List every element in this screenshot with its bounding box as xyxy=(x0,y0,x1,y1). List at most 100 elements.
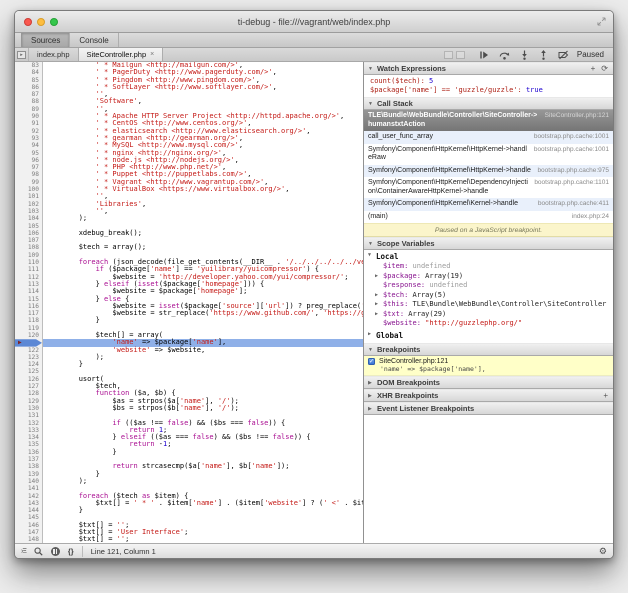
line-number[interactable]: 89 xyxy=(15,106,42,113)
disclosure-triangle-icon[interactable]: ▼ xyxy=(368,238,373,250)
line-number[interactable]: 123 xyxy=(15,354,42,361)
line-number[interactable]: 87 xyxy=(15,91,42,98)
disclosure-triangle-icon[interactable]: ▶ xyxy=(368,331,371,337)
line-number[interactable]: 103 xyxy=(15,208,42,215)
line-number[interactable]: 138 xyxy=(15,463,42,470)
line-number[interactable]: 93 xyxy=(15,135,42,142)
line-number[interactable]: 98 xyxy=(15,171,42,178)
scope-variable-row[interactable]: ▶$package: Array(19) xyxy=(364,272,613,282)
code-editor[interactable]: 8384858687888990919293949596979899100101… xyxy=(15,62,363,543)
line-number[interactable]: 113 xyxy=(15,281,42,288)
gear-icon[interactable]: ⚙ xyxy=(599,546,607,557)
disclosure-triangle-icon[interactable]: ▶ xyxy=(368,403,372,415)
line-number[interactable]: 126 xyxy=(15,376,42,383)
line-number[interactable]: 148 xyxy=(15,536,42,543)
scope-variable-row[interactable]: $website: "http://guzzlephp.org/" xyxy=(364,319,613,329)
step-into-button[interactable] xyxy=(520,50,529,60)
line-number[interactable]: 88 xyxy=(15,98,42,105)
disclosure-triangle-icon[interactable]: ▶ xyxy=(368,377,372,389)
gutter[interactable]: 8384858687888990919293949596979899100101… xyxy=(15,62,43,543)
scope-global-group[interactable]: ▶ Global xyxy=(364,329,613,341)
scope-local-group[interactable]: ▼ Local xyxy=(364,250,613,262)
line-number[interactable]: 139 xyxy=(15,471,42,478)
watch-expression-row[interactable]: $package['name'] == 'guzzle/guzzle': tru… xyxy=(364,86,613,95)
line-number[interactable]: 112 xyxy=(15,274,42,281)
hide-panel-icon[interactable] xyxy=(444,51,453,59)
line-number[interactable]: 100 xyxy=(15,186,42,193)
file-tab-index-php[interactable]: index.php xyxy=(29,48,79,61)
line-number[interactable]: 136 xyxy=(15,449,42,456)
code-lines[interactable]: ' * Mailgun <http://mailgun.com/>', ' * … xyxy=(43,62,363,543)
title-bar[interactable]: ti-debug - file:///vagrant/web/index.php xyxy=(15,11,613,33)
line-number[interactable]: 144 xyxy=(15,507,42,514)
line-number[interactable]: 91 xyxy=(15,120,42,127)
disclosure-triangle-icon[interactable]: ▶ xyxy=(375,272,378,282)
scope-variable-row[interactable]: ▶$tech: Array(5) xyxy=(364,291,613,301)
breakpoints-header[interactable]: ▼ Breakpoints xyxy=(364,343,613,356)
line-number[interactable]: 147 xyxy=(15,529,42,536)
disclosure-triangle-icon[interactable]: ▼ xyxy=(368,344,373,356)
call-stack-header[interactable]: ▼ Call Stack xyxy=(364,97,613,110)
line-number[interactable]: 124 xyxy=(15,361,42,368)
line-number[interactable]: 129 xyxy=(15,398,42,405)
line-number[interactable]: 95 xyxy=(15,150,42,157)
show-navigator-icon[interactable]: ▸ xyxy=(15,48,29,61)
line-number[interactable]: 92 xyxy=(15,128,42,135)
line-number[interactable]: 146 xyxy=(15,522,42,529)
line-number[interactable]: 96 xyxy=(15,157,42,164)
line-number[interactable]: 131 xyxy=(15,412,42,419)
line-number[interactable]: 84 xyxy=(15,69,42,76)
deactivate-breakpoints-button[interactable] xyxy=(558,50,569,60)
line-number[interactable]: 143 xyxy=(15,500,42,507)
disclosure-triangle-icon[interactable]: ▶ xyxy=(375,310,378,320)
search-icon[interactable] xyxy=(34,547,43,556)
scope-variable-row[interactable]: $item: undefined xyxy=(364,262,613,272)
line-number[interactable]: 130 xyxy=(15,405,42,412)
line-number[interactable]: 109 xyxy=(15,252,42,259)
minimize-window-button[interactable] xyxy=(37,18,45,26)
line-number[interactable]: 125 xyxy=(15,368,42,375)
step-out-button[interactable] xyxy=(539,50,548,60)
line-number[interactable]: 97 xyxy=(15,164,42,171)
call-stack-frame[interactable]: bootstrap.php.cache:975Symfony\Component… xyxy=(364,165,613,178)
scope-variable-row[interactable]: $response: undefined xyxy=(364,281,613,291)
line-number[interactable]: 117 xyxy=(15,310,42,317)
line-number[interactable]: 137 xyxy=(15,456,42,463)
line-number[interactable]: 142 xyxy=(15,493,42,500)
line-number[interactable]: 105 xyxy=(15,223,42,230)
line-number[interactable]: 99 xyxy=(15,179,42,186)
line-number[interactable]: 104 xyxy=(15,215,42,222)
line-number[interactable]: 106 xyxy=(15,230,42,237)
line-number[interactable]: 94 xyxy=(15,142,42,149)
close-tab-icon[interactable]: × xyxy=(150,51,154,58)
call-stack-frame[interactable]: SiteController.php:121TLE\Bundle\WebBund… xyxy=(364,110,613,131)
add-xhr-breakpoint-icon[interactable]: + xyxy=(603,390,608,402)
line-number[interactable]: 133 xyxy=(15,427,42,434)
zoom-window-button[interactable] xyxy=(50,18,58,26)
line-number[interactable]: 135 xyxy=(15,441,42,448)
resume-button[interactable] xyxy=(479,50,489,60)
line-number[interactable]: 107 xyxy=(15,237,42,244)
dom-breakpoints-header[interactable]: ▶ DOM Breakpoints xyxy=(364,376,613,389)
call-stack-frame[interactable]: bootstrap.php.cache:1101Symfony\Componen… xyxy=(364,177,613,198)
split-view-icon[interactable] xyxy=(456,51,465,59)
scope-variable-row[interactable]: ▶$txt: Array(29) xyxy=(364,310,613,320)
line-number[interactable]: 140 xyxy=(15,478,42,485)
scope-variable-row[interactable]: ▶$this: TLE\Bundle\WebBundle\Controller\… xyxy=(364,300,613,310)
call-stack-frame[interactable]: bootstrap.php.cache:411Symfony\Component… xyxy=(364,198,613,211)
line-number[interactable]: 145 xyxy=(15,514,42,521)
line-number[interactable]: 115 xyxy=(15,296,42,303)
watch-expression-row[interactable]: count($tech): 5 xyxy=(364,77,613,86)
close-window-button[interactable] xyxy=(24,18,32,26)
line-number[interactable]: 90 xyxy=(15,113,42,120)
line-number[interactable]: 114 xyxy=(15,288,42,295)
breakpoint-entry[interactable]: ✓ SiteController.php:121 'name' => $pack… xyxy=(364,356,613,376)
line-number[interactable]: 110 xyxy=(15,259,42,266)
line-number[interactable]: 101 xyxy=(15,193,42,200)
add-watch-icon[interactable]: + xyxy=(591,63,596,75)
line-number[interactable]: 111 xyxy=(15,266,42,273)
watch-expressions-header[interactable]: ▼ Watch Expressions + ⟳ xyxy=(364,62,613,75)
line-number[interactable]: 102 xyxy=(15,201,42,208)
line-number[interactable]: 128 xyxy=(15,390,42,397)
call-stack-frame[interactable]: index.php:24(main) xyxy=(364,211,613,224)
